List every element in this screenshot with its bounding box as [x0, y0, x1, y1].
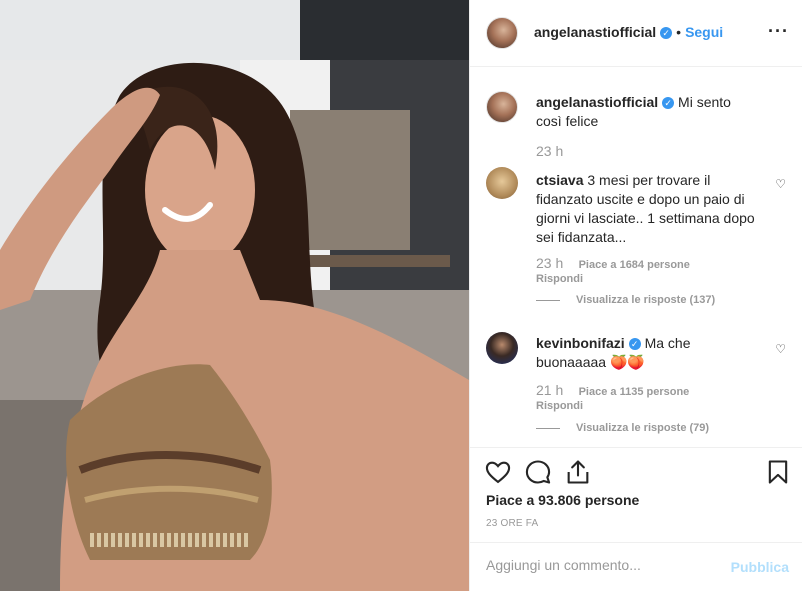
- post-header: angelanastiofficial ✓ • Segui ···: [470, 0, 802, 67]
- comment-likes[interactable]: Piace a 1684 persone: [579, 259, 690, 271]
- caption-meta: 23 h: [536, 143, 563, 159]
- bookmark-icon[interactable]: [764, 458, 792, 486]
- instagram-post: angelanastiofficial ✓ • Segui ··· angelanas…: [0, 0, 802, 591]
- caption-time[interactable]: 23 h: [536, 143, 563, 159]
- view-replies-label: Visualizza le risposte (137): [576, 294, 716, 306]
- author-line: angelanastiofficial ✓ • Segui: [534, 24, 723, 40]
- photo-illustration: [0, 0, 469, 591]
- publish-button[interactable]: Pubblica: [731, 559, 789, 575]
- comment-username[interactable]: ctsiava: [536, 172, 583, 188]
- comment-time[interactable]: 21 h: [536, 382, 563, 398]
- author-avatar[interactable]: [486, 17, 518, 49]
- comment-meta: 21 h Piace a 1135 persone Rispondi: [536, 382, 689, 412]
- view-replies-link[interactable]: Visualizza le risposte (79): [536, 422, 709, 434]
- comment-like-heart-icon[interactable]: ♡: [775, 342, 786, 356]
- comment-bubble-icon[interactable]: [524, 458, 552, 486]
- share-icon[interactable]: [564, 458, 592, 486]
- verified-badge-icon: ✓: [662, 97, 675, 109]
- post-actions: Piace a 93.806 persone 23 ORE FA: [470, 447, 802, 542]
- comment-item: ctsiava 3 mesi per trovare il fidanzato …: [486, 167, 786, 317]
- like-heart-icon[interactable]: [484, 458, 512, 486]
- post-likes-count[interactable]: Piace a 93.806 persone: [486, 492, 639, 508]
- post-side-panel: angelanastiofficial ✓ • Segui ··· angelanas…: [469, 0, 802, 591]
- comment-likes[interactable]: Piace a 1135 persone: [579, 386, 690, 398]
- comment-avatar[interactable]: [486, 332, 518, 364]
- comment-like-heart-icon[interactable]: ♡: [775, 177, 786, 191]
- comment-avatar[interactable]: [486, 167, 518, 199]
- comment-item: kevinbonifazi ✓ Ma che buonaaaaa 🍑🍑 ♡ 21 …: [486, 332, 786, 442]
- view-replies-label: Visualizza le risposte (79): [576, 422, 710, 434]
- verified-badge-icon: ✓: [628, 338, 641, 350]
- author-username[interactable]: angelanastiofficial: [534, 24, 656, 40]
- comment-time[interactable]: 23 h: [536, 255, 563, 271]
- add-comment-bar: Pubblica: [470, 542, 802, 591]
- add-comment-input[interactable]: [486, 557, 716, 573]
- more-options-icon[interactable]: ···: [768, 22, 789, 40]
- caption-avatar[interactable]: [486, 91, 518, 123]
- caption-username[interactable]: angelanastiofficial: [536, 94, 658, 110]
- thread-line: [536, 299, 560, 301]
- caption-text-block: angelanastiofficial ✓ Mi sento così felic…: [536, 93, 756, 131]
- post-time-ago[interactable]: 23 ORE FA: [486, 518, 538, 529]
- comments-list[interactable]: angelanastiofficial ✓ Mi sento così felic…: [470, 67, 802, 447]
- verified-badge-icon: ✓: [660, 27, 673, 39]
- post-photo[interactable]: [0, 0, 469, 591]
- follow-button[interactable]: Segui: [685, 24, 723, 40]
- thread-line: [536, 427, 560, 429]
- comment-username[interactable]: kevinbonifazi: [536, 335, 625, 351]
- comment-text-block: ctsiava 3 mesi per trovare il fidanzato …: [536, 171, 756, 247]
- reply-button[interactable]: Rispondi: [536, 273, 583, 285]
- reply-button[interactable]: Rispondi: [536, 400, 583, 412]
- separator-dot: •: [676, 24, 682, 40]
- comment-text-block: kevinbonifazi ✓ Ma che buonaaaaa 🍑🍑: [536, 334, 756, 372]
- comment-meta: 23 h Piace a 1684 persone Rispondi: [536, 255, 690, 285]
- view-replies-link[interactable]: Visualizza le risposte (137): [536, 294, 715, 306]
